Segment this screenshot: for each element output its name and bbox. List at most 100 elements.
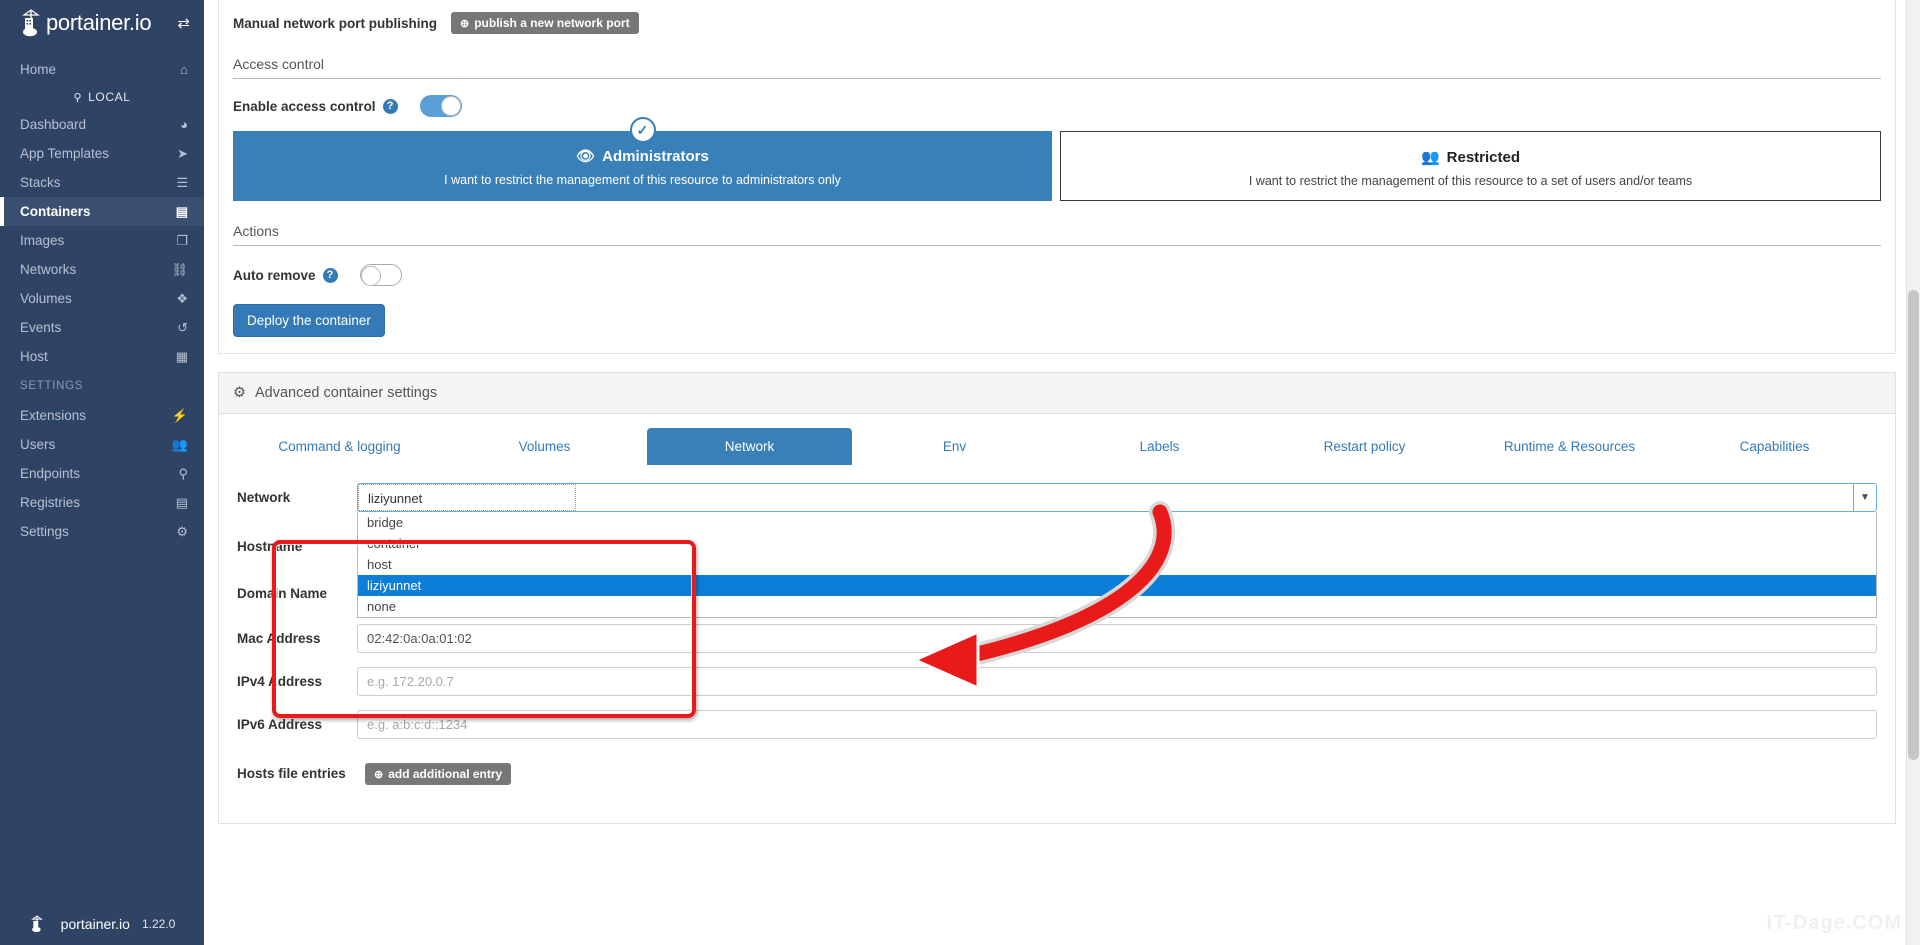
auto-remove-label: Auto remove <box>233 268 316 283</box>
access-card-administrators[interactable]: ✓ 👁 Administrators I want to restrict th… <box>233 131 1052 201</box>
sidebar-brand: portainer.io <box>46 10 151 36</box>
sidebar-item-label: Settings <box>20 524 69 539</box>
history-icon: ↺ <box>177 321 188 334</box>
nav-gap <box>0 45 204 55</box>
dropdown-option-none[interactable]: none <box>358 596 1876 617</box>
ipv4-input[interactable] <box>357 667 1877 696</box>
enable-access-control-toggle[interactable] <box>420 95 462 117</box>
access-control-cards: ✓ 👁 Administrators I want to restrict th… <box>233 131 1881 201</box>
sidebar-item-label: Endpoints <box>20 466 80 481</box>
users-icon: 👥 <box>172 438 188 451</box>
toggle-knob <box>361 266 381 286</box>
watermark: IT-Dage.COM <box>1767 912 1902 935</box>
sidebar-item-images[interactable]: Images ❐ <box>0 226 204 255</box>
ipv6-field-label: IPv6 Address <box>237 710 357 734</box>
page-scrollbar[interactable] <box>1906 0 1920 945</box>
plus-icon: ⊕ <box>374 768 383 781</box>
container-create-panel: Manual network port publishing ⊕ publish… <box>218 0 1896 354</box>
sidebar-item-volumes[interactable]: Volumes ❖ <box>0 284 204 313</box>
mac-address-input[interactable] <box>357 624 1877 653</box>
endpoint-local-label: ⚲ LOCAL <box>0 84 204 110</box>
network-select[interactable]: liziyunnet ▼ <box>357 483 1877 512</box>
sidebar-footer: portainer.io 1.22.0 <box>0 915 204 933</box>
tab-network[interactable]: Network <box>647 428 852 465</box>
database-icon: ❖ <box>176 292 188 305</box>
sidebar-item-users[interactable]: Users 👥 <box>0 430 204 459</box>
portainer-logo-icon <box>29 915 55 933</box>
toggle-knob <box>441 96 461 116</box>
users-icon: 👥 <box>1421 148 1440 166</box>
network-tab-fields: Network liziyunnet ▼ bridge container ho… <box>219 465 1895 823</box>
sidebar-item-extensions[interactable]: Extensions ⚡ <box>0 401 204 430</box>
network-dropdown-list: bridge container host liziyunnet none <box>357 512 1877 618</box>
dropdown-option-bridge[interactable]: bridge <box>358 512 1876 533</box>
chevron-down-icon[interactable]: ▼ <box>1853 483 1877 512</box>
advanced-settings-title: Advanced container settings <box>255 385 437 401</box>
sidebar-item-label: Networks <box>20 262 76 277</box>
help-icon[interactable]: ? <box>323 268 338 283</box>
scrollbar-thumb[interactable] <box>1908 290 1919 760</box>
sidebar-item-containers[interactable]: Containers ▤ <box>0 197 204 226</box>
access-card-title-text: Restricted <box>1447 149 1520 166</box>
network-select-box[interactable]: liziyunnet <box>357 483 1853 512</box>
sidebar-item-app-templates[interactable]: App Templates ➤ <box>0 139 204 168</box>
access-card-title: 👁 Administrators <box>243 147 1042 165</box>
auto-remove-row: Auto remove ? <box>233 264 1881 286</box>
ipv6-input[interactable] <box>357 710 1877 739</box>
actions-section-title: Actions <box>233 223 1881 246</box>
portainer-logo-icon <box>18 9 44 37</box>
image-icon: ❐ <box>176 234 188 247</box>
bolt-icon: ⚡ <box>172 409 188 422</box>
sidebar-item-networks[interactable]: Networks ⛓ <box>0 255 204 284</box>
tab-restart-policy[interactable]: Restart policy <box>1262 428 1467 465</box>
enable-access-control-label: Enable access control <box>233 99 376 114</box>
sidebar-item-stacks[interactable]: Stacks ☰ <box>0 168 204 197</box>
sidebar-item-label: Events <box>20 320 61 335</box>
sidebar-item-label: Registries <box>20 495 80 510</box>
tab-labels[interactable]: Labels <box>1057 428 1262 465</box>
sidebar-item-home[interactable]: Home ⌂ <box>0 55 204 84</box>
footer-version: 1.22.0 <box>142 917 175 931</box>
sidebar-item-label: Images <box>20 233 64 248</box>
sidebar-item-label: App Templates <box>20 146 109 161</box>
list-icon: ☰ <box>176 176 188 189</box>
sidebar-item-host[interactable]: Host ▦ <box>0 342 204 371</box>
sidebar-item-registries[interactable]: Registries ▤ <box>0 488 204 517</box>
deploy-container-button[interactable]: Deploy the container <box>233 304 385 337</box>
tab-runtime-resources[interactable]: Runtime & Resources <box>1467 428 1672 465</box>
sidebar-item-events[interactable]: Events ↺ <box>0 313 204 342</box>
tab-volumes[interactable]: Volumes <box>442 428 647 465</box>
auto-remove-toggle[interactable] <box>360 264 402 286</box>
enable-access-control-row: Enable access control ? <box>233 95 1881 117</box>
publish-new-network-port-button[interactable]: ⊕ publish a new network port <box>451 12 639 34</box>
add-additional-entry-button[interactable]: ⊕ add additional entry <box>365 763 511 785</box>
sidebar-item-label: Extensions <box>20 408 86 423</box>
ipv4-input-wrapper <box>357 667 1877 696</box>
plus-icon: ⊕ <box>460 17 469 30</box>
endpoint-name: LOCAL <box>88 90 130 104</box>
sidebar-item-label: Volumes <box>20 291 72 306</box>
sidebar-collapse-icon[interactable]: ⇄ <box>177 14 190 32</box>
tab-env[interactable]: Env <box>852 428 1057 465</box>
manual-port-publishing-row: Manual network port publishing ⊕ publish… <box>233 0 1881 34</box>
tab-capabilities[interactable]: Capabilities <box>1672 428 1877 465</box>
sidebar-item-dashboard[interactable]: Dashboard ◕ <box>0 110 204 139</box>
help-icon[interactable]: ? <box>383 99 398 114</box>
home-icon: ⌂ <box>180 63 188 76</box>
ipv4-field-row: IPv4 Address <box>237 667 1877 696</box>
plug-icon: ⚲ <box>178 467 188 480</box>
registry-icon: ▤ <box>176 496 188 509</box>
sidebar-item-settings[interactable]: Settings ⚙ <box>0 517 204 546</box>
dropdown-option-host[interactable]: host <box>358 554 1876 575</box>
network-field-row: Network liziyunnet ▼ bridge container ho… <box>237 483 1877 512</box>
hosts-file-entries-row: Hosts file entries ⊕ add additional entr… <box>237 763 1877 785</box>
dropdown-option-liziyunnet[interactable]: liziyunnet <box>358 575 1876 596</box>
sidebar-item-label: Host <box>20 349 48 364</box>
footer-brand: portainer.io <box>61 916 130 932</box>
dropdown-option-container[interactable]: container <box>358 533 1876 554</box>
sidebar-item-endpoints[interactable]: Endpoints ⚲ <box>0 459 204 488</box>
access-card-subtitle: I want to restrict the management of thi… <box>1071 174 1870 188</box>
access-card-restricted[interactable]: 👥 Restricted I want to restrict the mana… <box>1060 131 1881 201</box>
network-field-label: Network <box>237 483 357 507</box>
tab-command-and-logging[interactable]: Command & logging <box>237 428 442 465</box>
